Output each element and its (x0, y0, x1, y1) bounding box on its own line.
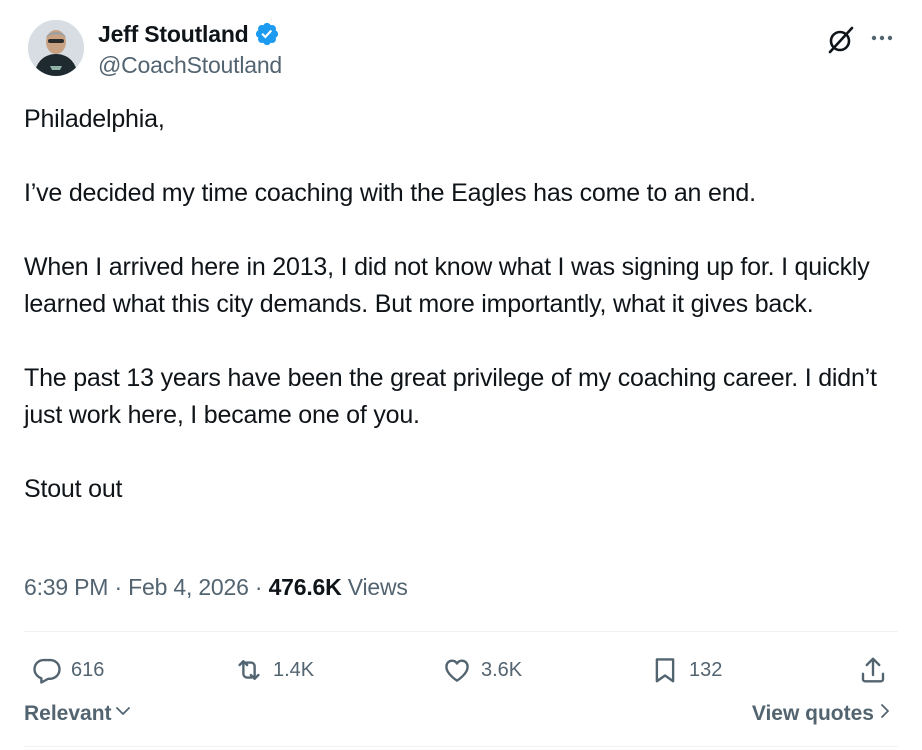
avatar-image (28, 20, 84, 76)
meta-separator: · (254, 574, 263, 600)
like-count: 3.6K (481, 658, 523, 681)
tweet-date[interactable]: Feb 4, 2026 (128, 574, 249, 600)
reply-sort-dropdown[interactable]: Relevant (24, 702, 132, 726)
tweet-meta: 6:39 PM · Feb 4, 2026 · 476.6K Views (24, 574, 408, 601)
views-count[interactable]: 476.6K (269, 574, 342, 600)
action-bar: 616 1.4K 3.6K 132 (24, 648, 894, 692)
repost-icon (234, 655, 264, 685)
avatar[interactable] (28, 20, 84, 76)
author-block: Jeff Stoutland @CoachStoutland (98, 18, 282, 79)
tweet-text: Philadelphia, I’ve decided my time coach… (24, 101, 884, 545)
views-label: Views (347, 574, 408, 600)
bookmark-icon (650, 655, 680, 685)
sort-label: Relevant (24, 702, 112, 725)
tweet-time[interactable]: 6:39 PM (24, 574, 108, 600)
tweet-paragraph: When I arrived here in 2013, I did not k… (24, 253, 870, 318)
name-row: Jeff Stoutland (98, 18, 282, 50)
chevron-right-icon (874, 702, 894, 726)
repost-button[interactable]: 1.4K (234, 648, 314, 692)
tweet-paragraph: Philadelphia, (24, 105, 165, 133)
reply-button[interactable]: 616 (32, 648, 104, 692)
reply-bubble-icon (32, 655, 62, 685)
reply-count: 616 (71, 658, 105, 681)
reply-footer: Relevant View quotes (24, 702, 894, 734)
tweet-paragraph: The past 13 years have been the great pr… (24, 364, 877, 429)
chevron-down-icon (112, 702, 132, 726)
tweet-paragraph: I’ve decided my time coaching with the E… (24, 179, 756, 207)
repost-count: 1.4K (273, 658, 315, 681)
grok-icon[interactable] (824, 22, 858, 56)
author-handle[interactable]: @CoachStoutland (98, 52, 282, 79)
tweet-paragraph: Stout out (24, 475, 123, 503)
verified-badge-icon[interactable] (254, 21, 280, 47)
divider (24, 631, 898, 632)
share-upload-icon (858, 655, 888, 685)
heart-icon (442, 655, 472, 685)
meta-separator: · (114, 574, 122, 600)
divider (24, 746, 898, 747)
bookmark-button[interactable]: 132 (650, 648, 722, 692)
author-name[interactable]: Jeff Stoutland (98, 21, 249, 48)
view-quotes-link[interactable]: View quotes (752, 702, 894, 726)
view-quotes-label: View quotes (751, 702, 874, 725)
more-dots-icon[interactable] (868, 24, 896, 52)
like-button[interactable]: 3.6K (442, 648, 522, 692)
tweet-header: Jeff Stoutland @CoachStoutland (24, 16, 898, 86)
bookmark-count: 132 (689, 658, 723, 681)
share-button[interactable] (858, 648, 888, 692)
